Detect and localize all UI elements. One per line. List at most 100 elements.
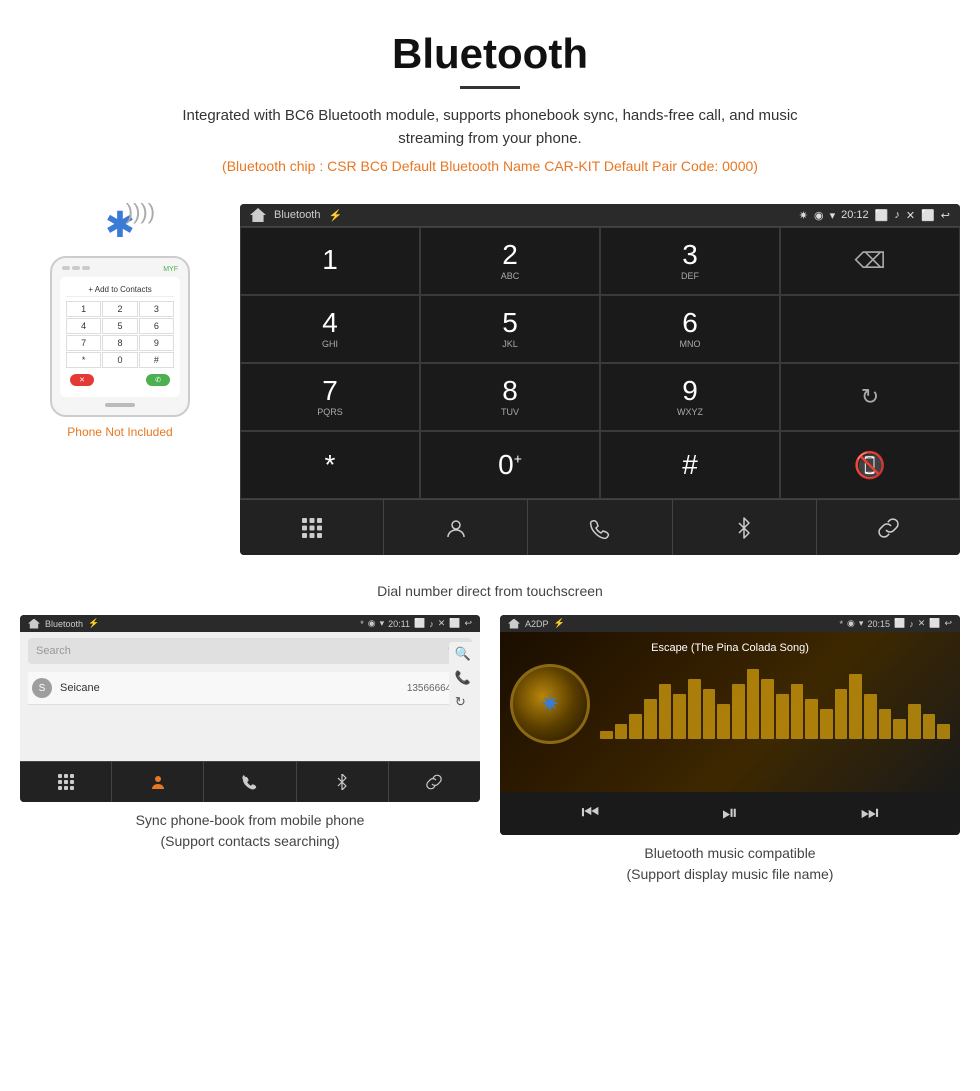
phone-key-0[interactable]: 0: [102, 352, 137, 368]
status-right: ✷ ◉ ▾ 20:12 ⬜ ♪ ✕ ⬜ ↩: [799, 209, 950, 222]
eq-bar: [908, 704, 921, 739]
equalizer-bars: [600, 669, 950, 739]
ms-win-icon: ⬜: [929, 618, 940, 629]
music-controls: ⏮ ⏯ ⏭: [500, 792, 960, 835]
next-track-btn[interactable]: ⏭: [861, 802, 879, 825]
toolbar-keypad-btn[interactable]: [240, 500, 384, 555]
phone-key-star[interactable]: *: [66, 352, 101, 368]
eq-bar: [747, 669, 760, 739]
dial-refresh[interactable]: ↻: [780, 363, 960, 431]
eq-bar: [923, 714, 936, 739]
dial-key-5[interactable]: 5 JKL: [420, 295, 600, 363]
dial-key-6[interactable]: 6 MNO: [600, 295, 780, 363]
toolbar-contacts-btn[interactable]: [384, 500, 528, 555]
phonebook-toolbar: [20, 761, 480, 802]
contact-row: S Seicane 13566664466: [28, 672, 472, 705]
pb-action-call-icon[interactable]: 📞: [455, 670, 471, 686]
page-specs: (Bluetooth chip : CSR BC6 Default Blueto…: [20, 158, 960, 174]
phone-key-hash[interactable]: #: [139, 352, 174, 368]
phone-key-9[interactable]: 9: [139, 335, 174, 351]
search-bar[interactable]: Search 🔍: [28, 638, 472, 664]
eq-bar: [937, 724, 950, 739]
phone-key-4[interactable]: 4: [66, 318, 101, 334]
eq-bar: [732, 684, 745, 739]
pb-toolbar-bluetooth[interactable]: [297, 762, 389, 802]
phone-key-3[interactable]: 3: [139, 301, 174, 317]
status-left: Bluetooth ⚡: [250, 208, 342, 222]
eq-bar: [717, 704, 730, 739]
pb-toolbar-phone[interactable]: [204, 762, 296, 802]
phone-end-btn[interactable]: ✕: [70, 374, 94, 386]
ms-loc-icon: ◉: [847, 618, 855, 629]
volume-icon: ♪: [894, 209, 900, 221]
eq-bar: [776, 694, 789, 739]
ms-cam-icon: ⬜: [894, 618, 905, 629]
dial-key-2[interactable]: 2 ABC: [420, 227, 600, 295]
contact-avatar: S: [32, 678, 52, 698]
phone-keypad: 1 2 3 4 5 6 7 8 9 * 0 #: [66, 301, 174, 368]
bluetooth-icon-area: ✱ )))): [105, 204, 135, 246]
phonebook-screen: Bluetooth ⚡ * ◉ ▾ 20:11 ⬜ ♪ ✕ ⬜ ↩: [20, 615, 480, 802]
pb-toolbar-keypad[interactable]: [20, 762, 112, 802]
phonebook-screenshot-block: Bluetooth ⚡ * ◉ ▾ 20:11 ⬜ ♪ ✕ ⬜ ↩: [20, 615, 480, 885]
pb-action-refresh-icon[interactable]: ↻: [455, 694, 471, 710]
dial-key-9[interactable]: 9 WXYZ: [600, 363, 780, 431]
toolbar-phone-btn[interactable]: [528, 500, 672, 555]
title-underline: [460, 86, 520, 89]
eq-bar: [791, 684, 804, 739]
ms-vol-icon: ♪: [909, 619, 914, 629]
phone-call-btn[interactable]: ✆: [146, 374, 170, 386]
dialpad: 1 2 ABC 3 DEF ⌫ 4 GHI 5 JKL: [240, 226, 960, 499]
eq-bar: [688, 679, 701, 739]
pb-toolbar-link[interactable]: [389, 762, 480, 802]
music-body: Escape (The Pina Colada Song) ✷: [500, 632, 960, 792]
prev-track-btn[interactable]: ⏮: [581, 802, 599, 825]
eq-bar: [864, 694, 877, 739]
pb-win-icon: ⬜: [449, 618, 460, 629]
eq-bar: [761, 679, 774, 739]
phone-key-1[interactable]: 1: [66, 301, 101, 317]
dial-key-star[interactable]: *: [240, 431, 420, 499]
dial-key-8[interactable]: 8 TUV: [420, 363, 600, 431]
car-screen: Bluetooth ⚡ ✷ ◉ ▾ 20:12 ⬜ ♪ ✕ ⬜ ↩ 1: [240, 204, 960, 555]
play-pause-btn[interactable]: ⏯: [722, 802, 738, 825]
eq-bar: [629, 714, 642, 739]
eq-bar: [703, 689, 716, 739]
dial-backspace[interactable]: ⌫: [780, 227, 960, 295]
pb-action-search-icon[interactable]: 🔍: [455, 646, 471, 662]
location-icon: ◉: [814, 209, 824, 222]
ms-bt-icon: *: [840, 619, 844, 629]
phone-key-7[interactable]: 7: [66, 335, 101, 351]
pb-toolbar-user[interactable]: [112, 762, 204, 802]
wifi-waves-icon: )))): [126, 199, 155, 225]
dial-key-1[interactable]: 1: [240, 227, 420, 295]
dial-key-7[interactable]: 7 PQRS: [240, 363, 420, 431]
window-icon: ⬜: [921, 209, 935, 222]
phone-key-2[interactable]: 2: [102, 301, 137, 317]
toolbar-bluetooth-btn[interactable]: [673, 500, 817, 555]
phone-key-5[interactable]: 5: [102, 318, 137, 334]
eq-bar: [659, 684, 672, 739]
dial-key-3[interactable]: 3 DEF: [600, 227, 780, 295]
ms-back-icon: ↩: [944, 618, 952, 629]
bt-status-icon: ✷: [799, 209, 808, 222]
music-time: 20:15: [867, 619, 890, 629]
car-app-name: Bluetooth: [274, 209, 320, 221]
car-status-bar: Bluetooth ⚡ ✷ ◉ ▾ 20:12 ⬜ ♪ ✕ ⬜ ↩: [240, 204, 960, 226]
pb-cam-icon: ⬜: [414, 618, 425, 629]
phone-key-8[interactable]: 8: [102, 335, 137, 351]
phone-key-6[interactable]: 6: [139, 318, 174, 334]
pb-back-icon: ↩: [464, 618, 472, 629]
dial-key-hash[interactable]: #: [600, 431, 780, 499]
eq-bar: [615, 724, 628, 739]
music-caption: Bluetooth music compatible(Support displ…: [627, 843, 834, 885]
toolbar-link-btn[interactable]: [817, 500, 960, 555]
phone-not-included-label: Phone Not Included: [67, 425, 172, 439]
phonebook-status-right: * ◉ ▾ 20:11 ⬜ ♪ ✕ ⬜ ↩: [360, 618, 472, 629]
dial-key-4[interactable]: 4 GHI: [240, 295, 420, 363]
song-title: Escape (The Pina Colada Song): [651, 642, 809, 654]
contact-name: Seicane: [60, 682, 407, 694]
eq-bar: [600, 731, 613, 739]
dial-key-0[interactable]: 0+: [420, 431, 600, 499]
dial-hangup[interactable]: 📵: [780, 431, 960, 499]
